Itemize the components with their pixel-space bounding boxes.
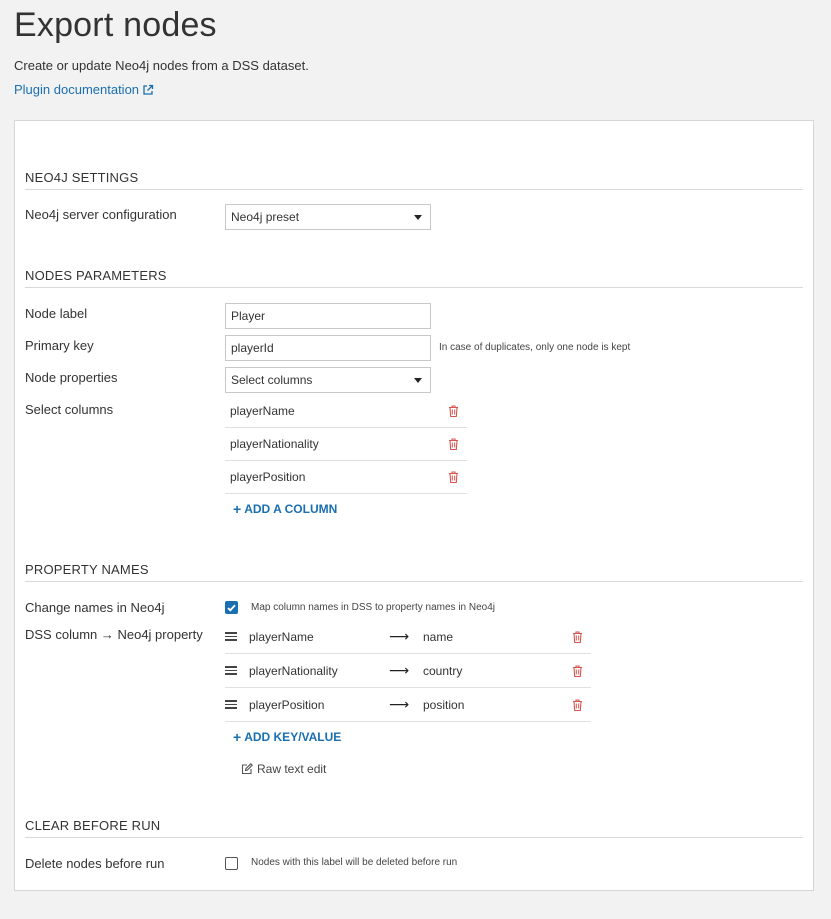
column-name: playerNationality	[230, 437, 319, 451]
settings-panel: NEO4J SETTINGS Neo4j server configuratio…	[14, 120, 814, 891]
trash-icon[interactable]	[572, 698, 583, 711]
arrow-right-icon: ⟶	[389, 696, 410, 712]
drag-handle-icon[interactable]	[225, 632, 237, 641]
server-config-label: Neo4j server configuration	[25, 207, 177, 222]
drag-handle-icon[interactable]	[225, 700, 237, 709]
kv-value[interactable]: position	[423, 698, 572, 712]
checkmark-icon	[227, 604, 236, 612]
node-label-input[interactable]: Player	[225, 303, 431, 329]
primary-key-input[interactable]: playerId	[225, 335, 431, 361]
external-link-icon	[143, 84, 154, 95]
edit-icon	[241, 763, 253, 775]
section-header-clear-before-run: CLEAR BEFORE RUN	[25, 818, 803, 838]
kv-value[interactable]: name	[423, 630, 572, 644]
column-name: playerName	[230, 404, 295, 418]
column-row: playerNationality	[225, 428, 467, 461]
server-config-select[interactable]: Neo4j preset	[225, 204, 431, 230]
delete-nodes-checkbox[interactable]	[225, 857, 238, 870]
node-label-label: Node label	[25, 306, 88, 321]
chevron-down-icon	[414, 214, 422, 220]
plugin-documentation-link[interactable]: Plugin documentation	[14, 82, 154, 97]
select-columns-label: Select columns	[25, 402, 114, 417]
add-column-label: ADD A COLUMN	[244, 502, 338, 516]
trash-icon[interactable]	[572, 630, 583, 643]
trash-icon[interactable]	[448, 405, 459, 417]
add-column-button[interactable]: + ADD A COLUMN	[233, 502, 337, 516]
primary-key-hint: In case of duplicates, only one node is …	[439, 342, 631, 353]
column-name: playerPosition	[230, 470, 306, 484]
add-key-value-label: ADD KEY/VALUE	[244, 730, 342, 744]
server-config-value: Neo4j preset	[231, 210, 300, 224]
section-header-property-names: PROPERTY NAMES	[25, 562, 803, 582]
trash-icon[interactable]	[448, 471, 459, 483]
key-value-row: playerPosition ⟶ position	[225, 688, 591, 722]
column-row: playerName	[225, 395, 467, 428]
kv-key[interactable]: playerPosition	[249, 698, 389, 712]
trash-icon[interactable]	[572, 664, 583, 677]
node-properties-label: Node properties	[25, 370, 118, 385]
plus-icon: +	[233, 729, 242, 745]
raw-text-edit-button[interactable]: Raw text edit	[241, 762, 326, 776]
add-key-value-button[interactable]: + ADD KEY/VALUE	[233, 730, 341, 744]
delete-nodes-label: Delete nodes before run	[25, 856, 165, 871]
delete-nodes-hint: Nodes with this label will be deleted be…	[251, 857, 458, 868]
key-value-row: playerName ⟶ name	[225, 620, 591, 654]
kv-key[interactable]: playerNationality	[249, 664, 389, 678]
plus-icon: +	[233, 501, 242, 517]
raw-text-edit-label: Raw text edit	[257, 762, 327, 776]
section-header-nodes-parameters: NODES PARAMETERS	[25, 268, 803, 288]
section-header-neo4j-settings: NEO4J SETTINGS	[25, 170, 803, 190]
change-names-label: Change names in Neo4j	[25, 600, 165, 615]
change-names-hint: Map column names in DSS to property name…	[251, 602, 496, 613]
arrow-right-icon: ⟶	[389, 628, 410, 644]
primary-key-label: Primary key	[25, 338, 94, 353]
page-title: Export nodes	[14, 6, 217, 44]
chevron-down-icon	[414, 377, 422, 383]
node-properties-value: Select columns	[231, 373, 313, 387]
column-row: playerPosition	[225, 461, 467, 494]
change-names-checkbox[interactable]	[225, 601, 238, 614]
arrow-right-icon: ⟶	[389, 662, 410, 678]
node-properties-select[interactable]: Select columns	[225, 367, 431, 393]
kv-key[interactable]: playerName	[249, 630, 389, 644]
trash-icon[interactable]	[448, 438, 459, 450]
page-description: Create or update Neo4j nodes from a DSS …	[14, 58, 309, 73]
kv-value[interactable]: country	[423, 664, 572, 678]
plugin-documentation-label: Plugin documentation	[14, 82, 140, 97]
key-value-row: playerNationality ⟶ country	[225, 654, 591, 688]
mapping-label: DSS column → Neo4j property	[25, 627, 203, 642]
drag-handle-icon[interactable]	[225, 666, 237, 675]
